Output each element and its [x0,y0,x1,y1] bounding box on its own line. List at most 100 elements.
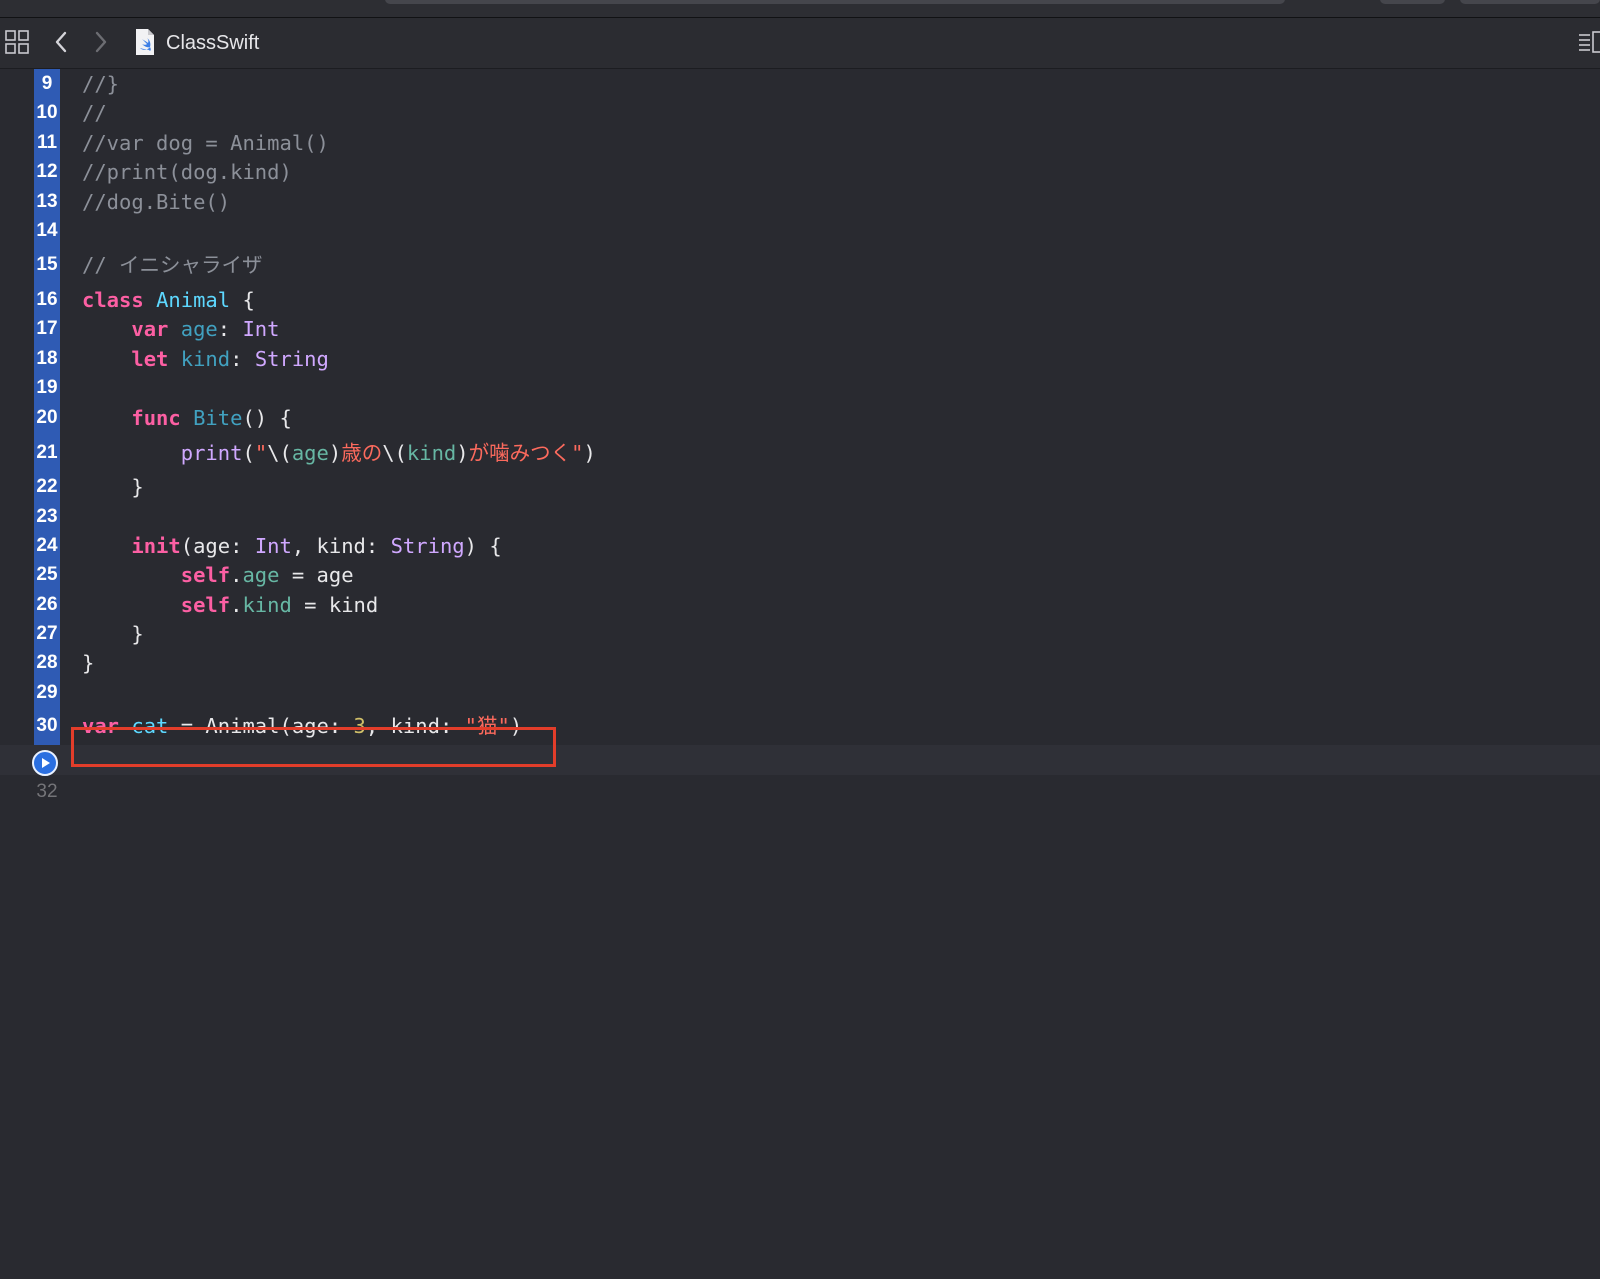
line-number[interactable]: 26 [34,590,60,620]
run-play-button[interactable] [32,750,58,776]
play-icon [42,758,50,768]
code-token: // イニシャライザ [82,253,263,277]
window-title-strip [0,0,1600,18]
code-text: // [82,98,107,128]
line-number[interactable]: 18 [34,344,60,374]
code-line[interactable]: 20 func Bite() { [0,403,1600,433]
code-line[interactable]: 15 // イニシャライザ [0,250,1600,280]
code-editor[interactable]: 9 //} 10 // 11 //var dog = Animal() 12 //print(… [0,69,1600,1279]
code-token: age [291,441,329,465]
code-text: //var dog = Animal() [82,128,329,158]
line-number[interactable]: 12 [34,157,60,187]
code-line[interactable]: 18 let kind: String [0,344,1600,374]
inspector-icon[interactable] [1578,30,1600,54]
code-token: ) [583,441,596,465]
code-token: が噛みつく" [468,441,584,465]
line-number[interactable]: 14 [34,216,60,246]
line-number[interactable]: 22 [34,472,60,502]
line-number[interactable]: 10 [34,98,60,128]
code-token: . [230,593,243,617]
code-line[interactable]: 19 [0,373,1600,403]
line-number[interactable]: 17 [34,314,60,344]
scroll-indicator [385,0,1285,4]
grid-icon[interactable] [5,30,29,54]
code-token: //print(dog.kind) [82,160,292,184]
line-number[interactable]: 29 [34,678,60,708]
code-token: print [180,441,243,465]
code-line[interactable]: 13 //dog.Bite() [0,187,1600,217]
code-token: ) [456,441,469,465]
code-line[interactable]: 28} [0,648,1600,678]
line-number[interactable]: 19 [34,373,60,403]
code-token: ) [328,441,342,465]
code-line[interactable]: 12 //print(dog.kind) [0,157,1600,187]
code-line[interactable]: 32 [0,777,1600,807]
code-token: ( [242,441,255,465]
code-line[interactable]: 14 [0,216,1600,246]
line-number[interactable]: 20 [34,403,60,433]
code-line[interactable]: 11 //var dog = Animal() [0,128,1600,158]
code-token: kind [242,593,292,617]
line-number[interactable]: 23 [34,502,60,532]
line-number[interactable]: 13 [34,187,60,217]
code-line[interactable]: 27 } [0,619,1600,649]
code-line[interactable]: 29 [0,678,1600,708]
code-token: : [217,317,243,341]
line-number[interactable]: 9 [34,69,60,99]
code-text: class Animal { [82,285,255,315]
code-text: } [82,648,94,678]
code-token: self [180,593,231,617]
code-line[interactable]: 17 var age: Int [0,314,1600,344]
code-token: \( [267,441,292,465]
line-number[interactable]: 27 [34,619,60,649]
line-number[interactable]: 15 [34,250,60,280]
code-text: init(age: Int, kind: String) { [82,531,502,561]
code-text: self.age = age [82,560,354,590]
code-line[interactable]: 9 //} [0,69,1600,99]
code-token: init [131,534,181,558]
code-text: // イニシャライザ [82,250,263,280]
code-token: //dog.Bite() [82,190,231,214]
code-line[interactable]: 26 self.kind = kind [0,590,1600,620]
line-number[interactable]: 16 [34,285,60,315]
code-token: //} [82,72,120,96]
code-line[interactable]: 21 print("\(age)歳の\(kind)が噛みつく") [0,438,1600,468]
code-line[interactable]: 22 } [0,472,1600,502]
code-line[interactable]: 25 self.age = age [0,560,1600,590]
code-token: Bite [193,406,243,430]
highlight-annotation-box [71,727,556,767]
code-text: //print(dog.kind) [82,157,292,187]
line-number[interactable]: 32 [34,777,60,807]
code-line[interactable]: 23 [0,502,1600,532]
code-token: , kind: [291,534,391,558]
code-text: print("\(age)歳の\(kind)が噛みつく") [82,438,596,468]
code-token: } [82,475,144,499]
code-text: } [82,472,144,502]
jump-bar: ClassSwift [0,18,1600,69]
code-token: //var dog = Animal() [82,131,329,155]
line-number[interactable]: 30 [34,711,60,741]
code-line[interactable]: 16 class Animal { [0,285,1600,315]
chevron-right-icon[interactable] [92,30,110,54]
line-number[interactable]: 28 [34,648,60,678]
line-number[interactable]: 21 [34,438,60,468]
code-text: self.kind = kind [82,590,379,620]
code-token: } [82,622,144,646]
chevron-left-icon[interactable] [52,30,70,54]
code-token: ) { [464,534,502,558]
code-line[interactable]: 10 // [0,98,1600,128]
line-number[interactable]: 24 [34,531,60,561]
swift-file-icon [134,28,156,56]
code-token: : [230,347,255,371]
line-number[interactable]: 25 [34,560,60,590]
code-token: age [180,317,218,341]
code-line[interactable]: 24 init(age: Int, kind: String) { [0,531,1600,561]
file-name-breadcrumb[interactable]: ClassSwift [166,31,259,55]
line-number[interactable]: 11 [34,128,60,158]
